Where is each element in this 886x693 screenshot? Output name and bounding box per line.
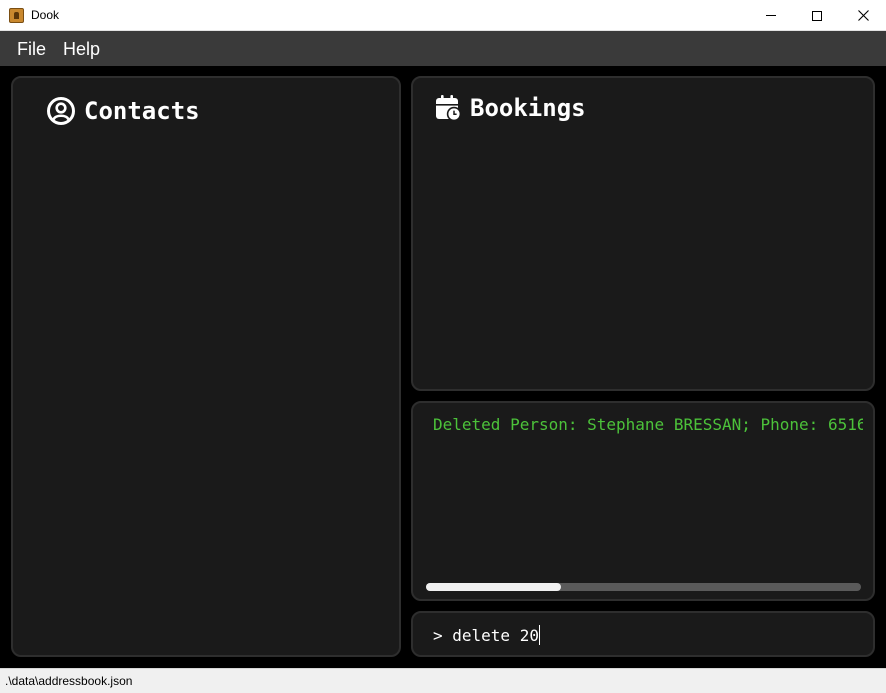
address-book-icon	[9, 8, 24, 23]
menu-bar: File Help	[0, 31, 886, 66]
contacts-panel: Contacts	[11, 76, 401, 657]
bookings-header: Bookings	[434, 94, 586, 122]
minimize-icon	[766, 15, 776, 16]
title-bar: Dook	[0, 0, 886, 31]
maximize-button[interactable]	[794, 0, 840, 31]
contacts-title: Contacts	[84, 97, 200, 125]
save-location: .\data\addressbook.json	[5, 674, 133, 688]
horizontal-scrollbar[interactable]	[426, 583, 861, 591]
menu-help[interactable]: Help	[63, 39, 100, 60]
menu-file[interactable]: File	[17, 39, 46, 60]
scrollbar-thumb[interactable]	[426, 583, 561, 591]
result-display: Deleted Person: Stephane BRESSAN; Phone:…	[411, 401, 875, 601]
bookings-panel: Bookings	[411, 76, 875, 391]
maximize-icon	[812, 10, 822, 21]
calendar-clock-icon	[434, 94, 462, 122]
user-circle-icon	[46, 96, 76, 126]
text-caret	[538, 625, 540, 645]
window-title: Dook	[31, 8, 60, 22]
command-box	[411, 611, 875, 657]
result-message: Deleted Person: Stephane BRESSAN; Phone:…	[433, 415, 863, 434]
command-input[interactable]	[433, 624, 853, 646]
close-icon	[857, 10, 869, 21]
status-bar: .\data\addressbook.json	[0, 668, 886, 693]
minimize-button[interactable]	[748, 0, 794, 31]
close-button[interactable]	[840, 0, 886, 31]
contacts-header: Contacts	[46, 96, 200, 126]
bookings-title: Bookings	[470, 94, 586, 122]
